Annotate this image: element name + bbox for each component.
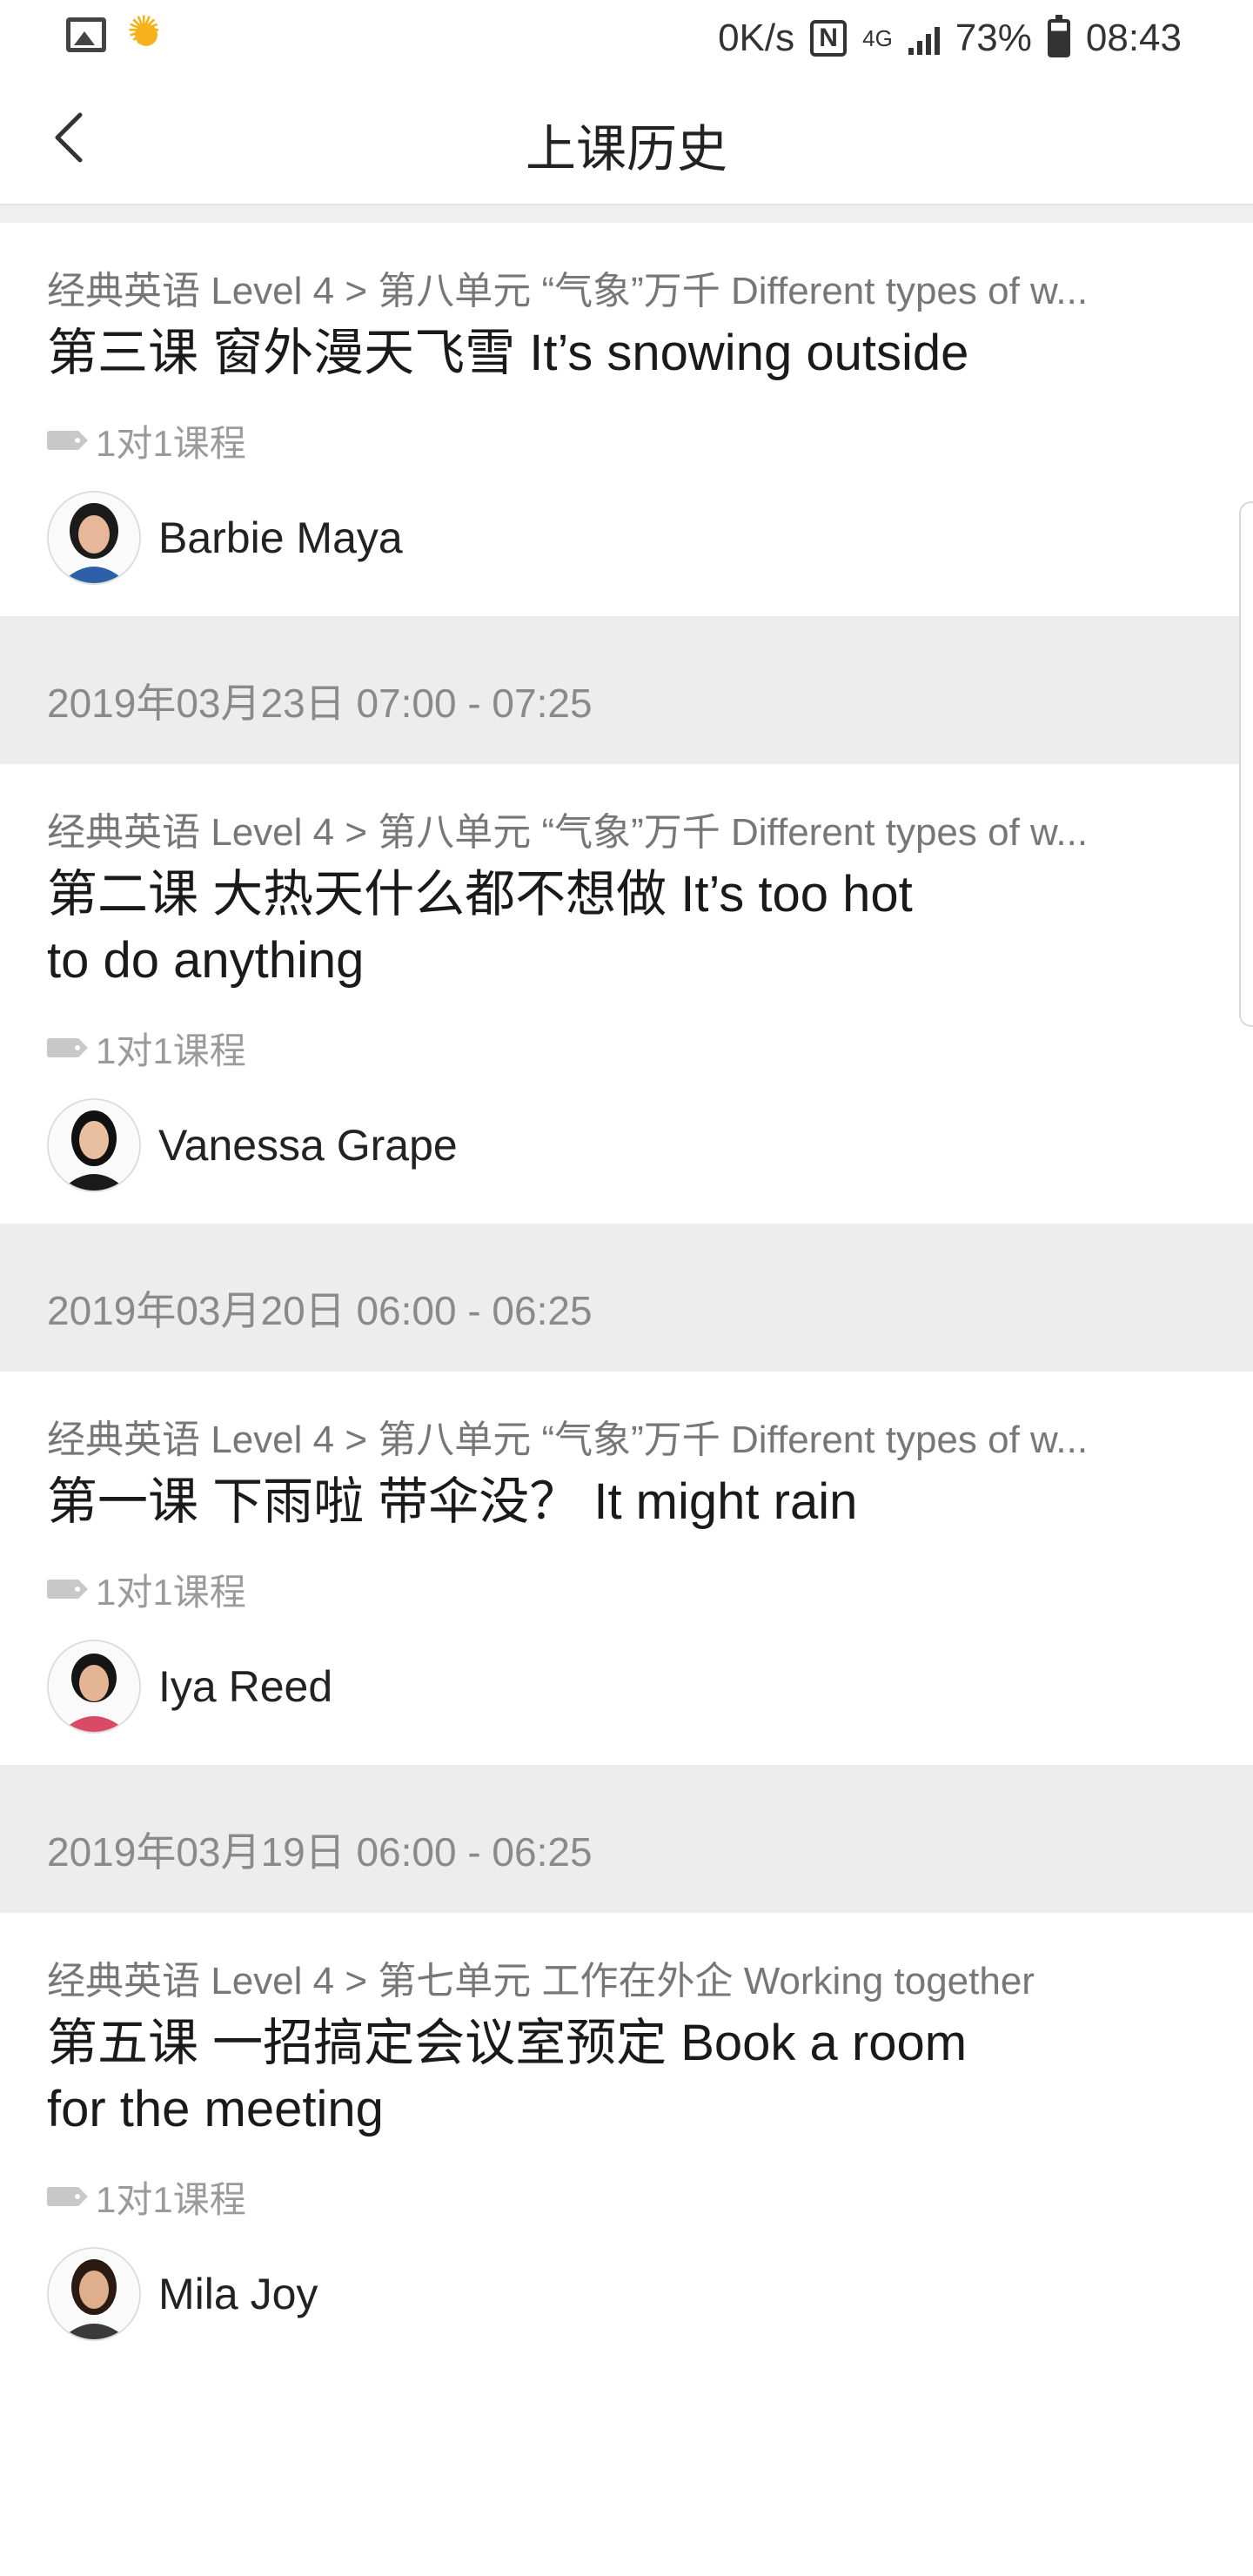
edge-panel-handle[interactable] (1239, 501, 1253, 1027)
gallery-notification-icon (66, 17, 106, 52)
teacher-name: Barbie Maya (158, 513, 403, 562)
battery-icon (1047, 15, 1070, 57)
course-path: 经典英语 Level 4 > 第七单元 工作在外企 Working togeth… (47, 1960, 1035, 2002)
lesson-title-line: for the meeting (47, 2081, 384, 2137)
teacher-avatar[interactable] (47, 2247, 141, 2341)
nfc-icon: N (810, 20, 848, 57)
lesson-card[interactable]: 经典英语 Level 4 > 第八单元 “气象”万千 Different typ… (0, 764, 1253, 1224)
teacher-info[interactable]: Barbie Maya (47, 491, 1192, 616)
lesson-title: 第三课 窗外漫天飞雪 It’s snowing outside (47, 320, 1074, 386)
course-type-tag: 1对1课程 (47, 1565, 1192, 1613)
teacher-info[interactable]: Mila Joy (47, 2247, 1192, 2372)
teacher-name: Mila Joy (158, 2270, 318, 2318)
avatar-portrait-icon (49, 2249, 139, 2339)
teacher-avatar[interactable] (47, 1640, 141, 1734)
tag-icon (47, 2187, 88, 2206)
lesson-date-header: 2019年03月23日 07:00 - 07:25 (0, 616, 1253, 764)
lesson-title-line: 第一课 下雨啦 带伞没？ It might rain (47, 1473, 858, 1530)
weather-sun-icon (127, 7, 164, 54)
lesson-card[interactable]: 经典英语 Level 4 > 第八单元 “气象”万千 Different typ… (0, 223, 1253, 616)
tag-icon (47, 1038, 88, 1057)
teacher-avatar[interactable] (47, 1098, 141, 1192)
lesson-title-line: 第五课 一招搞定会议室预定 Book a room (47, 2015, 968, 2071)
course-path: 经典英语 Level 4 > 第八单元 “气象”万千 Different typ… (47, 811, 1089, 854)
avatar-portrait-icon (49, 1641, 139, 1732)
avatar-portrait-icon (49, 493, 139, 583)
tag-icon (47, 1580, 88, 1599)
course-type-label: 1对1课程 (96, 1030, 246, 1071)
lesson-date-header: 2019年03月20日 06:00 - 06:25 (0, 1224, 1253, 1372)
nav-bar: 上课历史 (0, 77, 1253, 205)
list-separator (0, 205, 1253, 223)
lesson-title-line: to do anything (47, 932, 365, 989)
lesson-title-line: 第三课 窗外漫天飞雪 It’s snowing outside (47, 325, 969, 381)
tag-icon (47, 431, 88, 450)
lesson-history-list[interactable]: 经典英语 Level 4 > 第八单元 “气象”万千 Different typ… (0, 205, 1253, 2372)
lesson-date-header: 2019年03月19日 06:00 - 06:25 (0, 1765, 1253, 1913)
lesson-title-line: 第二课 大热天什么都不想做 It’s too hot (47, 866, 913, 922)
avatar-portrait-icon (49, 1100, 139, 1191)
page-title: 上课历史 (525, 121, 727, 178)
course-path: 经典英语 Level 4 > 第八单元 “气象”万千 Different typ… (47, 1419, 1089, 1461)
lesson-title: 第二课 大热天什么都不想做 It’s too hot to do anythin… (47, 862, 1074, 994)
teacher-name: Vanessa Grape (158, 1121, 458, 1170)
teacher-avatar[interactable] (47, 491, 141, 585)
network-type: 4G (862, 25, 893, 51)
teacher-info[interactable]: Vanessa Grape (47, 1098, 1192, 1224)
course-type-label: 1对1课程 (96, 2178, 246, 2220)
battery-percent: 73% (955, 17, 1032, 59)
course-path: 经典英语 Level 4 > 第八单元 “气象”万千 Different typ… (47, 270, 1089, 312)
lesson-card[interactable]: 经典英语 Level 4 > 第八单元 “气象”万千 Different typ… (0, 1372, 1253, 1765)
status-bar: 0K/s N 4G 73% 08:43 (0, 0, 1253, 77)
course-type-tag: 1对1课程 (47, 416, 1192, 465)
signal-icon (908, 22, 940, 55)
course-type-tag: 1对1课程 (47, 2172, 1192, 2221)
course-type-tag: 1对1课程 (47, 1023, 1192, 1072)
net-speed: 0K/s (718, 17, 795, 59)
lesson-title: 第一课 下雨啦 带伞没？ It might rain (47, 1469, 1074, 1535)
course-type-label: 1对1课程 (96, 1571, 246, 1613)
teacher-name: Iya Reed (158, 1662, 333, 1711)
teacher-info[interactable]: Iya Reed (47, 1640, 1192, 1765)
course-type-label: 1对1课程 (96, 422, 246, 464)
lesson-title: 第五课 一招搞定会议室预定 Book a room for the meetin… (47, 2010, 1074, 2143)
lesson-card[interactable]: 经典英语 Level 4 > 第七单元 工作在外企 Working togeth… (0, 1913, 1253, 2372)
clock: 08:43 (1085, 17, 1182, 59)
